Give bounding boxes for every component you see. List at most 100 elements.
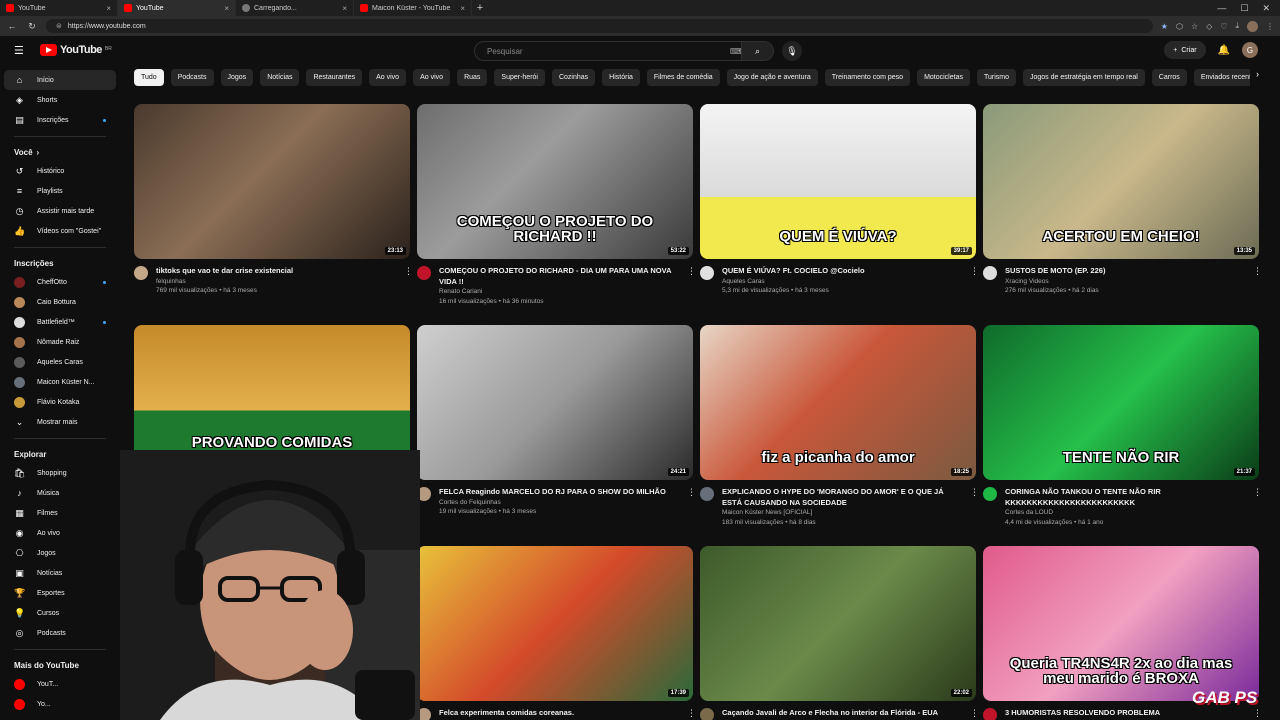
video-card[interactable]: 17:39 Felca experimenta comidas coreanas.… [417,546,696,720]
sidebar-item[interactable]: ◎ Podcasts [4,623,116,643]
category-chip[interactable]: Enviados recentemente [1193,69,1250,86]
channel-avatar[interactable] [700,708,714,720]
sidebar-item[interactable]: ▦ Filmes [4,503,116,523]
browser-tab[interactable]: YouTube × [0,0,118,16]
close-icon[interactable]: × [106,4,111,13]
sidebar-item[interactable]: Maicon Küster N... [4,372,116,392]
channel-avatar[interactable] [983,487,997,501]
category-chip[interactable]: Ao vivo [369,69,407,86]
video-thumbnail[interactable]: 23:13 [134,104,410,259]
video-title[interactable]: 3 HUMORISTAS RESOLVENDO PROBLEMA [1005,708,1245,719]
bookmark-star-icon[interactable]: ★ [1161,22,1168,31]
channel-avatar[interactable] [700,266,714,280]
voice-search-button[interactable]: 🎙 [782,41,802,61]
video-thumbnail[interactable]: Queria TR4NS4R 2x ao dia mas meu marido … [983,546,1259,701]
category-chip[interactable]: Podcasts [170,69,214,86]
channel-name[interactable]: Xracing Videos [1005,277,1245,287]
video-title[interactable]: tiktoks que vao te dar crise existencial [156,266,396,277]
sidebar-item[interactable]: ≡ Playlists [4,181,116,201]
category-chip[interactable]: Restaurantes [306,69,363,86]
channel-name[interactable]: Cortes do Felquinhas [439,498,679,508]
more-options-icon[interactable]: ⋮ [970,266,979,296]
video-thumbnail[interactable]: QUEM É VIÚVA? 39:17 [700,104,976,259]
site-info-icon[interactable]: ⊜ [56,22,62,30]
back-icon[interactable]: ← [6,21,18,31]
channel-avatar[interactable] [417,266,431,280]
video-thumbnail[interactable]: 24:21 [417,325,693,480]
channel-avatar[interactable] [983,266,997,280]
sidebar-item[interactable]: ♪ Música [4,483,116,503]
video-title[interactable]: COMEÇOU O PROJETO DO RICHARD - DIA UM PA… [439,266,679,287]
more-options-icon[interactable]: ⋮ [1253,708,1262,720]
sidebar-item[interactable]: 🛍 Shopping [4,463,116,483]
category-chip[interactable]: Jogos [220,69,254,86]
channel-name[interactable]: Renato Cariani [439,287,679,297]
category-chip[interactable]: Ao vivo [413,69,451,86]
channel-name[interactable]: felquinhas [156,277,396,287]
channel-avatar[interactable] [983,708,997,720]
sidebar-item[interactable]: Flávio Kotaka [4,392,116,412]
sidebar-item[interactable]: 💡 Cursos [4,603,116,623]
video-card[interactable]: QUEM É VIÚVA? 39:17 QUEM É VIÚVA? Ft. COCI… [700,104,979,296]
sidebar-item[interactable]: CheffOtto [4,272,116,292]
search-input[interactable] [474,41,742,61]
sidebar-item[interactable]: ▣ Notícias [4,563,116,583]
browser-tab[interactable]: Maicon Küster - YouTube × [354,0,472,16]
video-thumbnail[interactable]: ACERTOU EM CHEIO! 13:35 [983,104,1259,259]
notifications-bell-icon[interactable]: 🔔 [1218,45,1230,56]
sidebar-item[interactable]: Aqueles Caras [4,352,116,372]
sidebar-item[interactable]: Nômade Raiz [4,332,116,352]
browser-tab[interactable]: Carregando... × [236,0,354,16]
sidebar-item[interactable]: ↺ Histórico [4,161,116,181]
video-card[interactable]: COMEÇOU O PROJETO DO RICHARD !! 53:22 COME… [417,104,696,307]
extension-icon[interactable]: ♡ [1220,22,1227,31]
sidebar-item[interactable]: 👍 Vídeos com "Gostei" [4,221,116,241]
sidebar-section-you[interactable]: Você › [4,143,116,161]
category-chip[interactable]: Tudo [134,69,164,86]
more-options-icon[interactable]: ⋮ [687,708,696,720]
browser-menu-icon[interactable]: ⋮ [1266,22,1274,31]
channel-avatar[interactable] [134,266,148,280]
category-chip[interactable]: Cozinhas [551,69,596,86]
url-field[interactable]: ⊜ https://www.youtube.com [46,19,1153,33]
close-window-icon[interactable]: ✕ [1262,3,1270,14]
youtube-logo[interactable]: YouTube BR [40,44,112,56]
video-card[interactable]: 23:13 tiktoks que vao te dar crise existe… [134,104,413,296]
more-options-icon[interactable]: ⋮ [970,487,979,528]
sidebar-item[interactable]: ◷ Assistir mais tarde [4,201,116,221]
keyboard-icon[interactable]: ⌨ [730,47,742,56]
video-title[interactable]: QUEM É VIÚVA? Ft. COCIELO @Cocielo [722,266,962,277]
chevron-right-icon[interactable]: › [1256,69,1259,79]
video-title[interactable]: FELCA Reagindo MARCELO DO RJ PARA O SHOW… [439,487,679,498]
search-button[interactable]: ⌕ [742,41,774,61]
extension-icon[interactable]: ☆ [1191,22,1198,31]
browser-profile-avatar[interactable] [1247,20,1258,32]
video-thumbnail[interactable]: 22:02 [700,546,976,701]
browser-tab[interactable]: YouTube × [118,0,236,16]
video-card[interactable]: TENTE NÃO RIR 21:37 CORINGA NÃO TANKOU O T… [983,325,1262,528]
category-chip[interactable]: Jogo de ação e aventura [726,69,818,86]
video-thumbnail[interactable]: 17:39 [417,546,693,701]
minimize-icon[interactable]: — [1217,3,1226,14]
category-chip[interactable]: Motocicletas [917,69,970,86]
reload-icon[interactable]: ↻ [26,21,38,32]
category-chip[interactable]: Carros [1151,69,1187,86]
close-icon[interactable]: × [342,4,347,13]
video-thumbnail[interactable]: COMEÇOU O PROJETO DO RICHARD !! 53:22 [417,104,693,259]
sidebar-item[interactable]: Caio Bottura [4,292,116,312]
sidebar-item[interactable]: ⎔ Jogos [4,543,116,563]
sidebar-item[interactable]: ⌂ Início [4,70,116,90]
sidebar-item[interactable]: YouT... [4,674,116,694]
video-card[interactable]: ACERTOU EM CHEIO! 13:35 SUSTOS DE MOTO (EP… [983,104,1262,296]
extension-icon[interactable]: ⬡ [1176,22,1183,31]
sidebar-item[interactable]: ◈ Shorts [4,90,116,110]
sidebar-item[interactable]: Yo... [4,694,116,714]
sidebar-item[interactable]: ▤ Inscrições [4,110,116,130]
video-title[interactable]: SUSTOS DE MOTO (EP. 226) [1005,266,1245,277]
sidebar-item[interactable]: 🏆 Esportes [4,583,116,603]
video-title[interactable]: Felca experimenta comidas coreanas. [439,708,679,719]
channel-avatar[interactable] [700,487,714,501]
video-title[interactable]: EXPLICANDO O HYPE DO 'MORANGO DO AMOR' E… [722,487,962,508]
category-chip[interactable]: História [602,69,640,86]
hamburger-menu-icon[interactable]: ☰ [14,44,26,57]
